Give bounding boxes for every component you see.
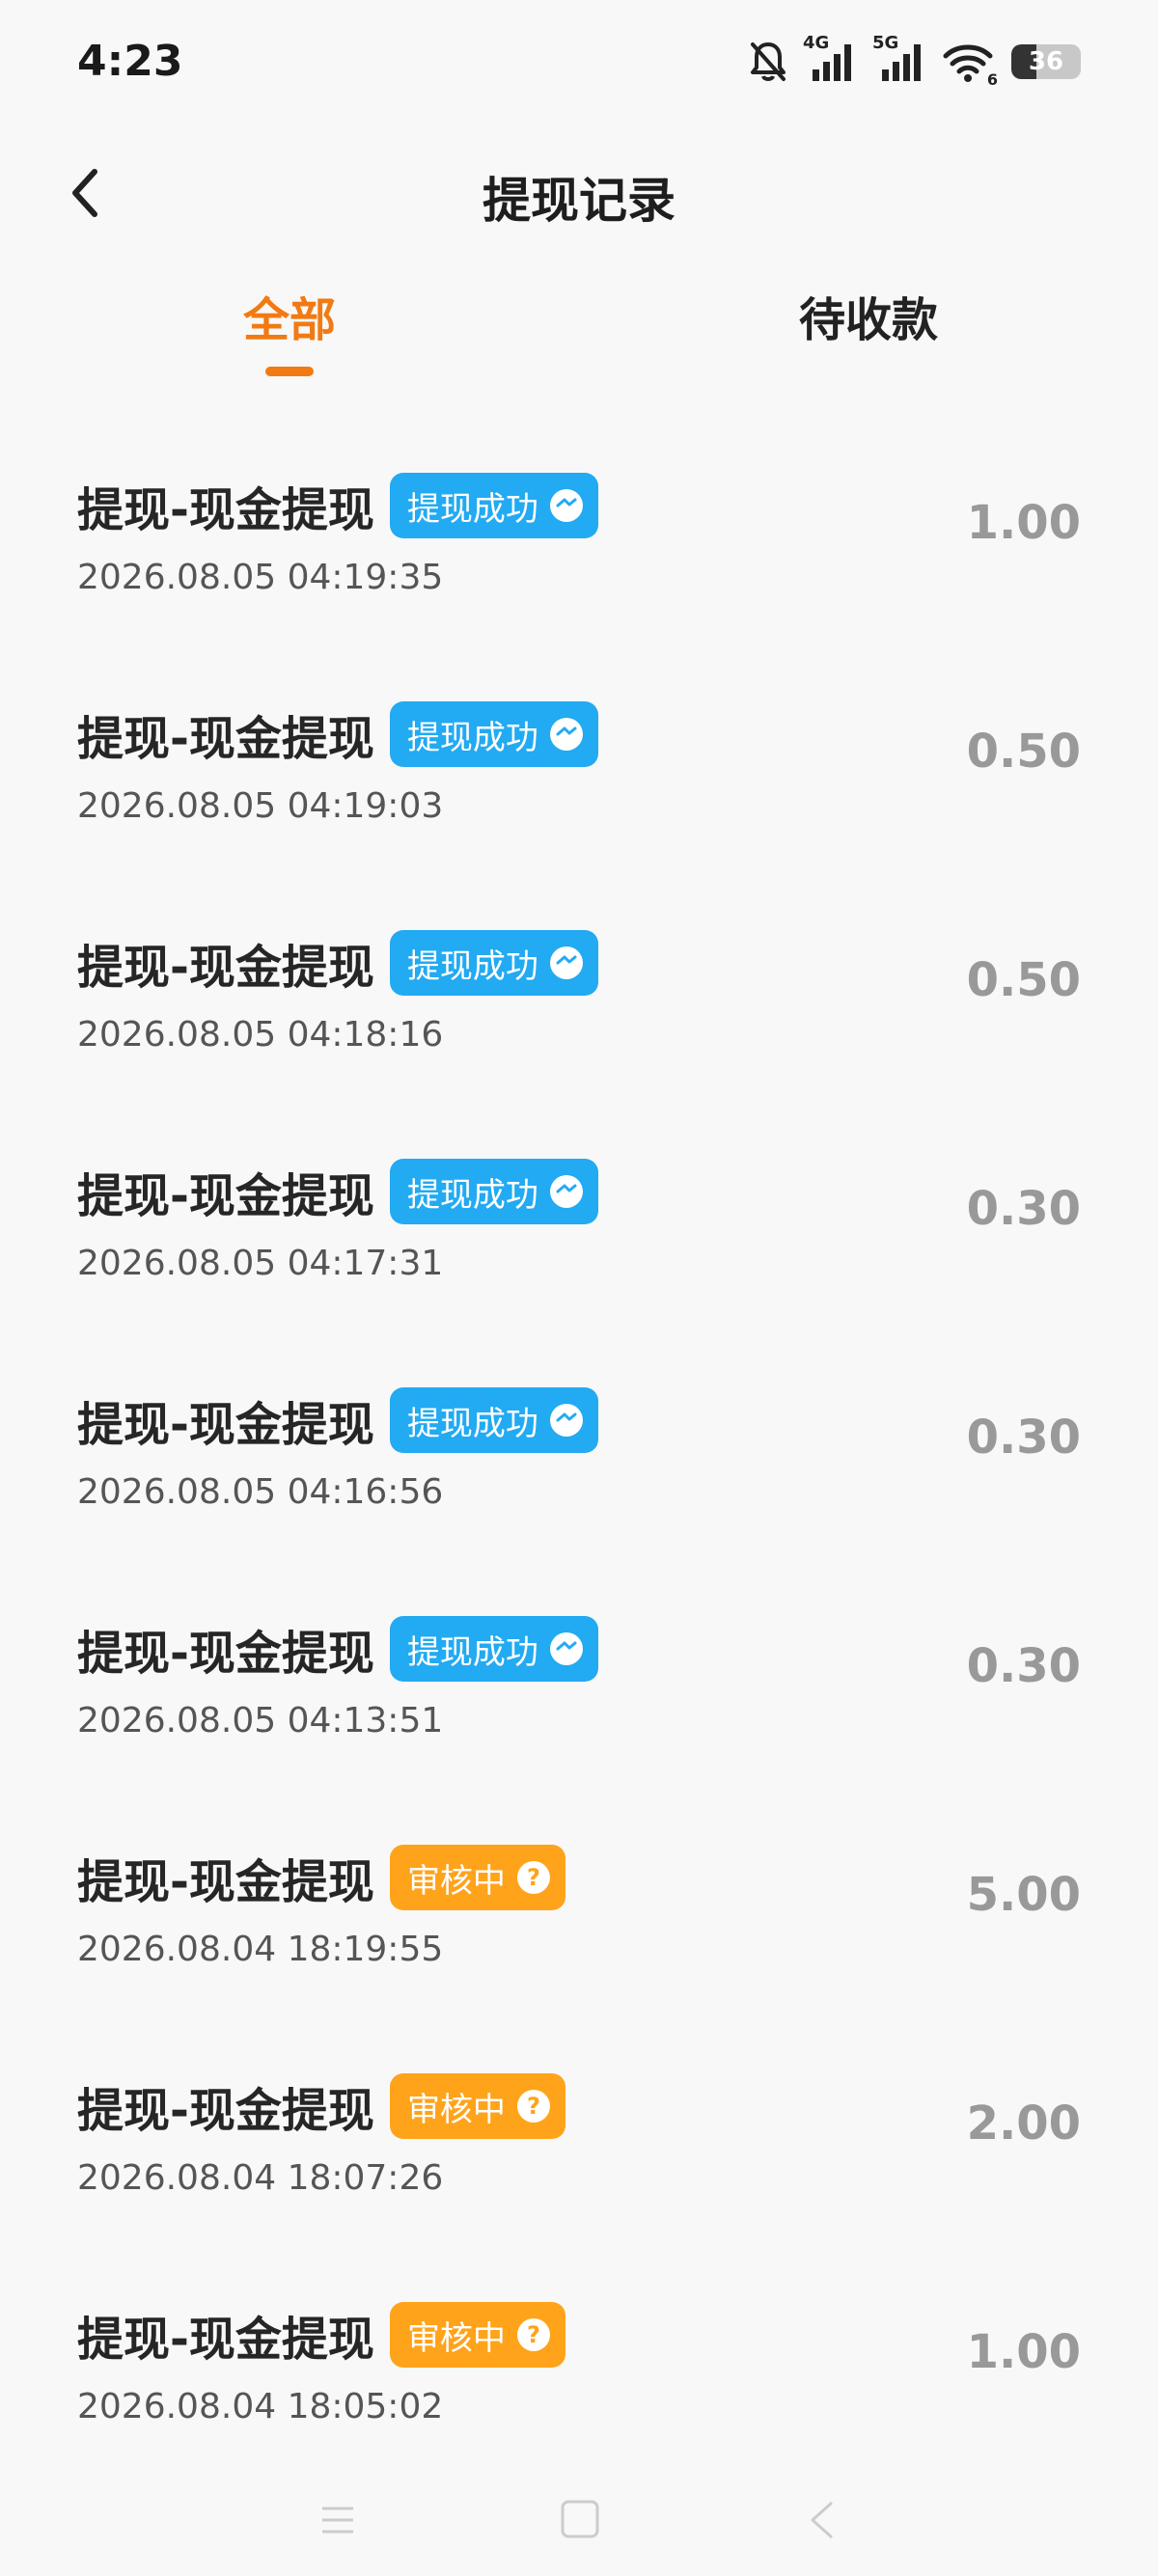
item-amount: 0.50 bbox=[966, 953, 1081, 1007]
wechat-icon bbox=[549, 1404, 583, 1437]
item-amount: 0.30 bbox=[966, 1639, 1081, 1693]
item-title-row: 提现-现金提现 提现成功 bbox=[77, 1157, 598, 1226]
list-item[interactable]: 提现-现金提现 提现成功 2026.08.05 04:19:03 0.50 bbox=[0, 669, 1158, 897]
list-item[interactable]: 提现-现金提现 审核中? 2026.08.04 18:07:26 2.00 bbox=[0, 2041, 1158, 2269]
list-item[interactable]: 提现-现金提现 提现成功 2026.08.05 04:17:31 0.30 bbox=[0, 1126, 1158, 1355]
status-bar: 4:23 4G 5G 6 36 bbox=[0, 0, 1158, 131]
item-amount: 2.00 bbox=[966, 2096, 1081, 2151]
item-time: 2026.08.04 18:19:55 bbox=[77, 1930, 444, 1969]
item-title: 提现-现金提现 bbox=[77, 2084, 374, 2138]
page-title: 提现记录 bbox=[482, 173, 676, 229]
item-amount: 1.00 bbox=[966, 496, 1081, 550]
item-title-row: 提现-现金提现 提现成功 bbox=[77, 699, 598, 769]
item-amount: 5.00 bbox=[966, 1868, 1081, 1922]
item-time: 2026.08.05 04:19:03 bbox=[77, 786, 444, 826]
tab-bar: 全部 待收款 bbox=[0, 272, 1158, 378]
signal-icon-2: 5G bbox=[872, 33, 926, 85]
wechat-icon bbox=[549, 1632, 583, 1665]
status-badge: 提现成功 bbox=[389, 1616, 598, 1682]
item-time: 2026.08.05 04:18:16 bbox=[77, 1015, 444, 1055]
list-item[interactable]: 提现-现金提现 审核中? 2026.08.04 18:19:55 5.00 bbox=[0, 1812, 1158, 2041]
item-title-row: 提现-现金提现 审核中? bbox=[77, 2071, 565, 2141]
status-badge: 审核中? bbox=[389, 2302, 565, 2368]
item-time: 2026.08.04 18:05:02 bbox=[77, 2387, 444, 2426]
tab-indicator bbox=[265, 367, 314, 376]
tab-all[interactable]: 全部 bbox=[145, 282, 434, 349]
list-item[interactable]: 提现-现金提现 提现成功 2026.08.05 04:13:51 0.30 bbox=[0, 1583, 1158, 1812]
status-badge: 提现成功 bbox=[389, 1387, 598, 1453]
item-title-row: 提现-现金提现 提现成功 bbox=[77, 471, 598, 540]
item-time: 2026.08.04 18:07:26 bbox=[77, 2158, 444, 2198]
item-amount: 0.30 bbox=[966, 1411, 1081, 1465]
status-badge-label: 提现成功 bbox=[406, 946, 538, 986]
item-amount: 0.50 bbox=[966, 725, 1081, 779]
status-badge: 提现成功 bbox=[389, 701, 598, 767]
item-time: 2026.08.05 04:19:35 bbox=[77, 558, 444, 597]
item-title-row: 提现-现金提现 提现成功 bbox=[77, 928, 598, 998]
item-title-row: 提现-现金提现 提现成功 bbox=[77, 1614, 598, 1684]
status-badge: 提现成功 bbox=[389, 930, 598, 996]
status-badge-label: 提现成功 bbox=[406, 489, 538, 529]
wechat-icon bbox=[549, 1175, 583, 1208]
item-amount: 1.00 bbox=[966, 2325, 1081, 2379]
status-time: 4:23 bbox=[77, 37, 183, 86]
item-title: 提现-现金提现 bbox=[77, 941, 374, 995]
status-badge-label: 提现成功 bbox=[406, 1404, 538, 1443]
status-badge: 审核中? bbox=[389, 1845, 565, 1910]
list-item[interactable]: 提现-现金提现 提现成功 2026.08.05 04:19:35 1.00 bbox=[0, 440, 1158, 669]
list-item[interactable]: 提现-现金提现 提现成功 2026.08.05 04:16:56 0.30 bbox=[0, 1355, 1158, 1583]
status-badge-label: 审核中 bbox=[406, 2318, 506, 2358]
item-time: 2026.08.05 04:17:31 bbox=[77, 1244, 444, 1283]
list-item[interactable]: 提现-现金提现 提现成功 2026.08.05 04:18:16 0.50 bbox=[0, 897, 1158, 1126]
header: 提现记录 bbox=[0, 145, 1158, 241]
status-badge-label: 提现成功 bbox=[406, 1175, 538, 1215]
wechat-icon bbox=[549, 946, 583, 979]
item-title: 提现-现金提现 bbox=[77, 1169, 374, 1223]
status-icons: 4G 5G 6 36 bbox=[749, 33, 1081, 89]
tab-pending[interactable]: 待收款 bbox=[724, 282, 1013, 349]
item-title-row: 提现-现金提现 审核中? bbox=[77, 2300, 565, 2370]
item-title: 提现-现金提现 bbox=[77, 1855, 374, 1909]
record-list-content: 提现-现金提现审核中?2026.08.05 04:21:381.00提现-现金提… bbox=[0, 378, 1158, 2498]
question-icon: ? bbox=[516, 1861, 550, 1894]
item-amount: 0.30 bbox=[966, 1182, 1081, 1236]
bell-muted-icon bbox=[749, 41, 787, 83]
item-title: 提现-现金提现 bbox=[77, 483, 374, 537]
item-title-row: 提现-现金提现 审核中? bbox=[77, 1843, 565, 1912]
status-badge: 提现成功 bbox=[389, 473, 598, 538]
status-badge-label: 提现成功 bbox=[406, 718, 538, 757]
item-title: 提现-现金提现 bbox=[77, 2313, 374, 2367]
question-icon: ? bbox=[516, 2090, 550, 2123]
list-item[interactable]: 提现-现金提现 审核中? 2026.08.04 18:05:02 1.00 bbox=[0, 2269, 1158, 2498]
wifi-icon: 6 bbox=[942, 39, 998, 89]
wechat-icon bbox=[549, 489, 583, 522]
item-time: 2026.08.05 04:13:51 bbox=[77, 1701, 444, 1740]
status-badge: 审核中? bbox=[389, 2073, 565, 2139]
battery-level: 36 bbox=[1028, 47, 1064, 76]
record-list[interactable]: 提现-现金提现审核中?2026.08.05 04:21:381.00提现-现金提… bbox=[0, 378, 1158, 2576]
item-title: 提现-现金提现 bbox=[77, 1398, 374, 1452]
item-title-row: 提现-现金提现 提现成功 bbox=[77, 1385, 598, 1455]
wechat-icon bbox=[549, 718, 583, 751]
item-title: 提现-现金提现 bbox=[77, 712, 374, 766]
signal-icon-1: 4G bbox=[803, 33, 857, 85]
status-badge-label: 审核中 bbox=[406, 1861, 506, 1901]
item-title: 提现-现金提现 bbox=[77, 1627, 374, 1681]
item-time: 2026.08.05 04:16:56 bbox=[77, 1472, 444, 1512]
list-item[interactable]: 提现-现金提现审核中?2026.08.05 04:20:302.00 bbox=[0, 378, 1158, 440]
question-icon: ? bbox=[516, 2318, 550, 2351]
status-badge-label: 审核中 bbox=[406, 2090, 506, 2129]
battery-icon: 36 bbox=[1011, 44, 1081, 79]
status-badge-label: 提现成功 bbox=[406, 1632, 538, 1672]
status-badge: 提现成功 bbox=[389, 1159, 598, 1224]
